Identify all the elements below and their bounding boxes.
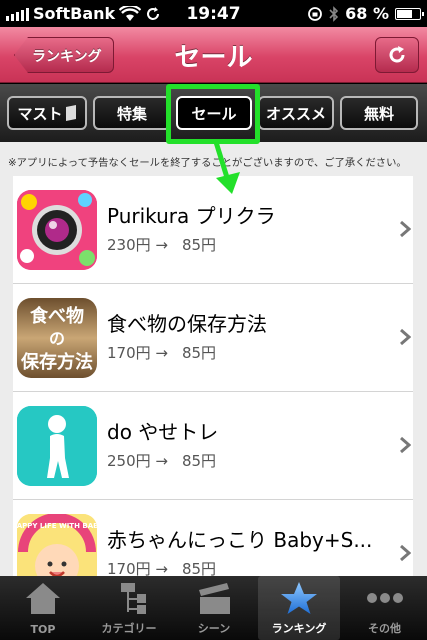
purikura-camera-icon <box>17 190 97 270</box>
app-name: 赤ちゃんにっこり Baby+S... <box>107 528 373 552</box>
tab-special[interactable]: 特集 <box>93 96 171 130</box>
status-bar: SoftBank 19:47 68 % <box>0 0 427 27</box>
battery-icon <box>395 7 424 20</box>
tab-top[interactable]: TOP <box>0 576 86 640</box>
bluetooth-icon <box>329 5 339 22</box>
navigation-bar: ランキング セール <box>0 27 427 83</box>
category-tree-icon <box>121 583 146 614</box>
old-price: 230円 → <box>107 236 168 254</box>
list-item[interactable]: 食べ物 の 保存方法 食べ物の保存方法 170円 → 85円 <box>13 284 413 392</box>
sale-price: 85円 <box>181 344 217 362</box>
tab-other[interactable]: その他 <box>342 576 427 640</box>
svg-text:食べ物: 食べ物 <box>29 305 84 327</box>
highlight-box <box>166 84 260 144</box>
house-icon <box>26 583 60 614</box>
app-list: Purikura プリクラ 230円 → 85円 食べ物 の 保存方法 食べ物の… <box>13 176 413 576</box>
rotation-lock-icon <box>308 6 323 21</box>
list-item[interactable]: do やせトレ 250円 → 85円 <box>13 392 413 500</box>
app-name: Purikura プリクラ <box>107 204 276 228</box>
price: 170円 → 85円 <box>107 342 216 363</box>
tab-special-label: 特集 <box>116 104 147 123</box>
sale-price: 85円 <box>181 452 217 470</box>
star-icon <box>281 582 317 614</box>
chevron-right-icon <box>400 544 411 562</box>
refresh-button[interactable] <box>375 37 419 73</box>
page-title: セール <box>174 43 253 73</box>
old-price: 170円 → <box>107 344 168 362</box>
svg-text:保存方法: 保存方法 <box>20 351 93 373</box>
arrow-down-annotation <box>213 141 240 194</box>
more-dots-icon <box>366 593 403 603</box>
price: 250円 → 85円 <box>107 450 216 471</box>
tab-ranking[interactable]: ランキング <box>258 576 340 640</box>
tab-category-label: カテゴリー <box>101 622 157 635</box>
app-name: do やせトレ <box>107 420 219 444</box>
tab-must-label: マスト <box>17 104 63 123</box>
price: 230円 → 85円 <box>107 234 216 255</box>
app-name: 食べ物の保存方法 <box>107 312 267 336</box>
chevron-right-icon <box>400 328 411 346</box>
chevron-right-icon <box>400 436 411 454</box>
must-badge-icon <box>65 105 76 121</box>
sale-price: 85円 <box>181 560 217 576</box>
baby-face-icon: HAPPY LIFE WITH BABY <box>17 514 97 576</box>
tab-recommend-label: オススメ <box>266 104 327 123</box>
list-item[interactable]: HAPPY LIFE WITH BABY 赤ちゃんにっこり Baby+S... … <box>13 500 413 576</box>
tab-category[interactable]: カテゴリー <box>86 576 172 640</box>
refresh-icon <box>389 46 405 63</box>
tab-recommend[interactable]: オススメ <box>258 96 334 130</box>
old-price: 250円 → <box>107 452 168 470</box>
tab-scene-label: シーン <box>197 622 231 635</box>
walking-figure-icon <box>17 406 97 486</box>
tab-bar: TOP カテゴリー シーン ランキング その他 <box>0 576 427 640</box>
battery-percent: 68 % <box>345 4 389 23</box>
food-storage-icon: 食べ物 の 保存方法 <box>17 298 97 378</box>
tab-top-label: TOP <box>30 623 56 636</box>
price: 170円 → 85円 <box>107 558 216 576</box>
tab-free-label: 無料 <box>363 104 394 123</box>
svg-text:の: の <box>49 329 65 348</box>
tab-scene[interactable]: シーン <box>172 576 256 640</box>
tab-other-label: その他 <box>368 622 401 635</box>
chevron-right-icon <box>400 220 411 238</box>
old-price: 170円 → <box>107 560 168 576</box>
tab-must[interactable]: マスト <box>7 96 87 130</box>
svg-text:HAPPY LIFE WITH BABY: HAPPY LIFE WITH BABY <box>17 522 97 530</box>
clapperboard-icon <box>199 583 230 614</box>
tab-ranking-label: ランキング <box>271 622 327 635</box>
sale-price: 85円 <box>181 236 217 254</box>
tab-free[interactable]: 無料 <box>340 96 418 130</box>
